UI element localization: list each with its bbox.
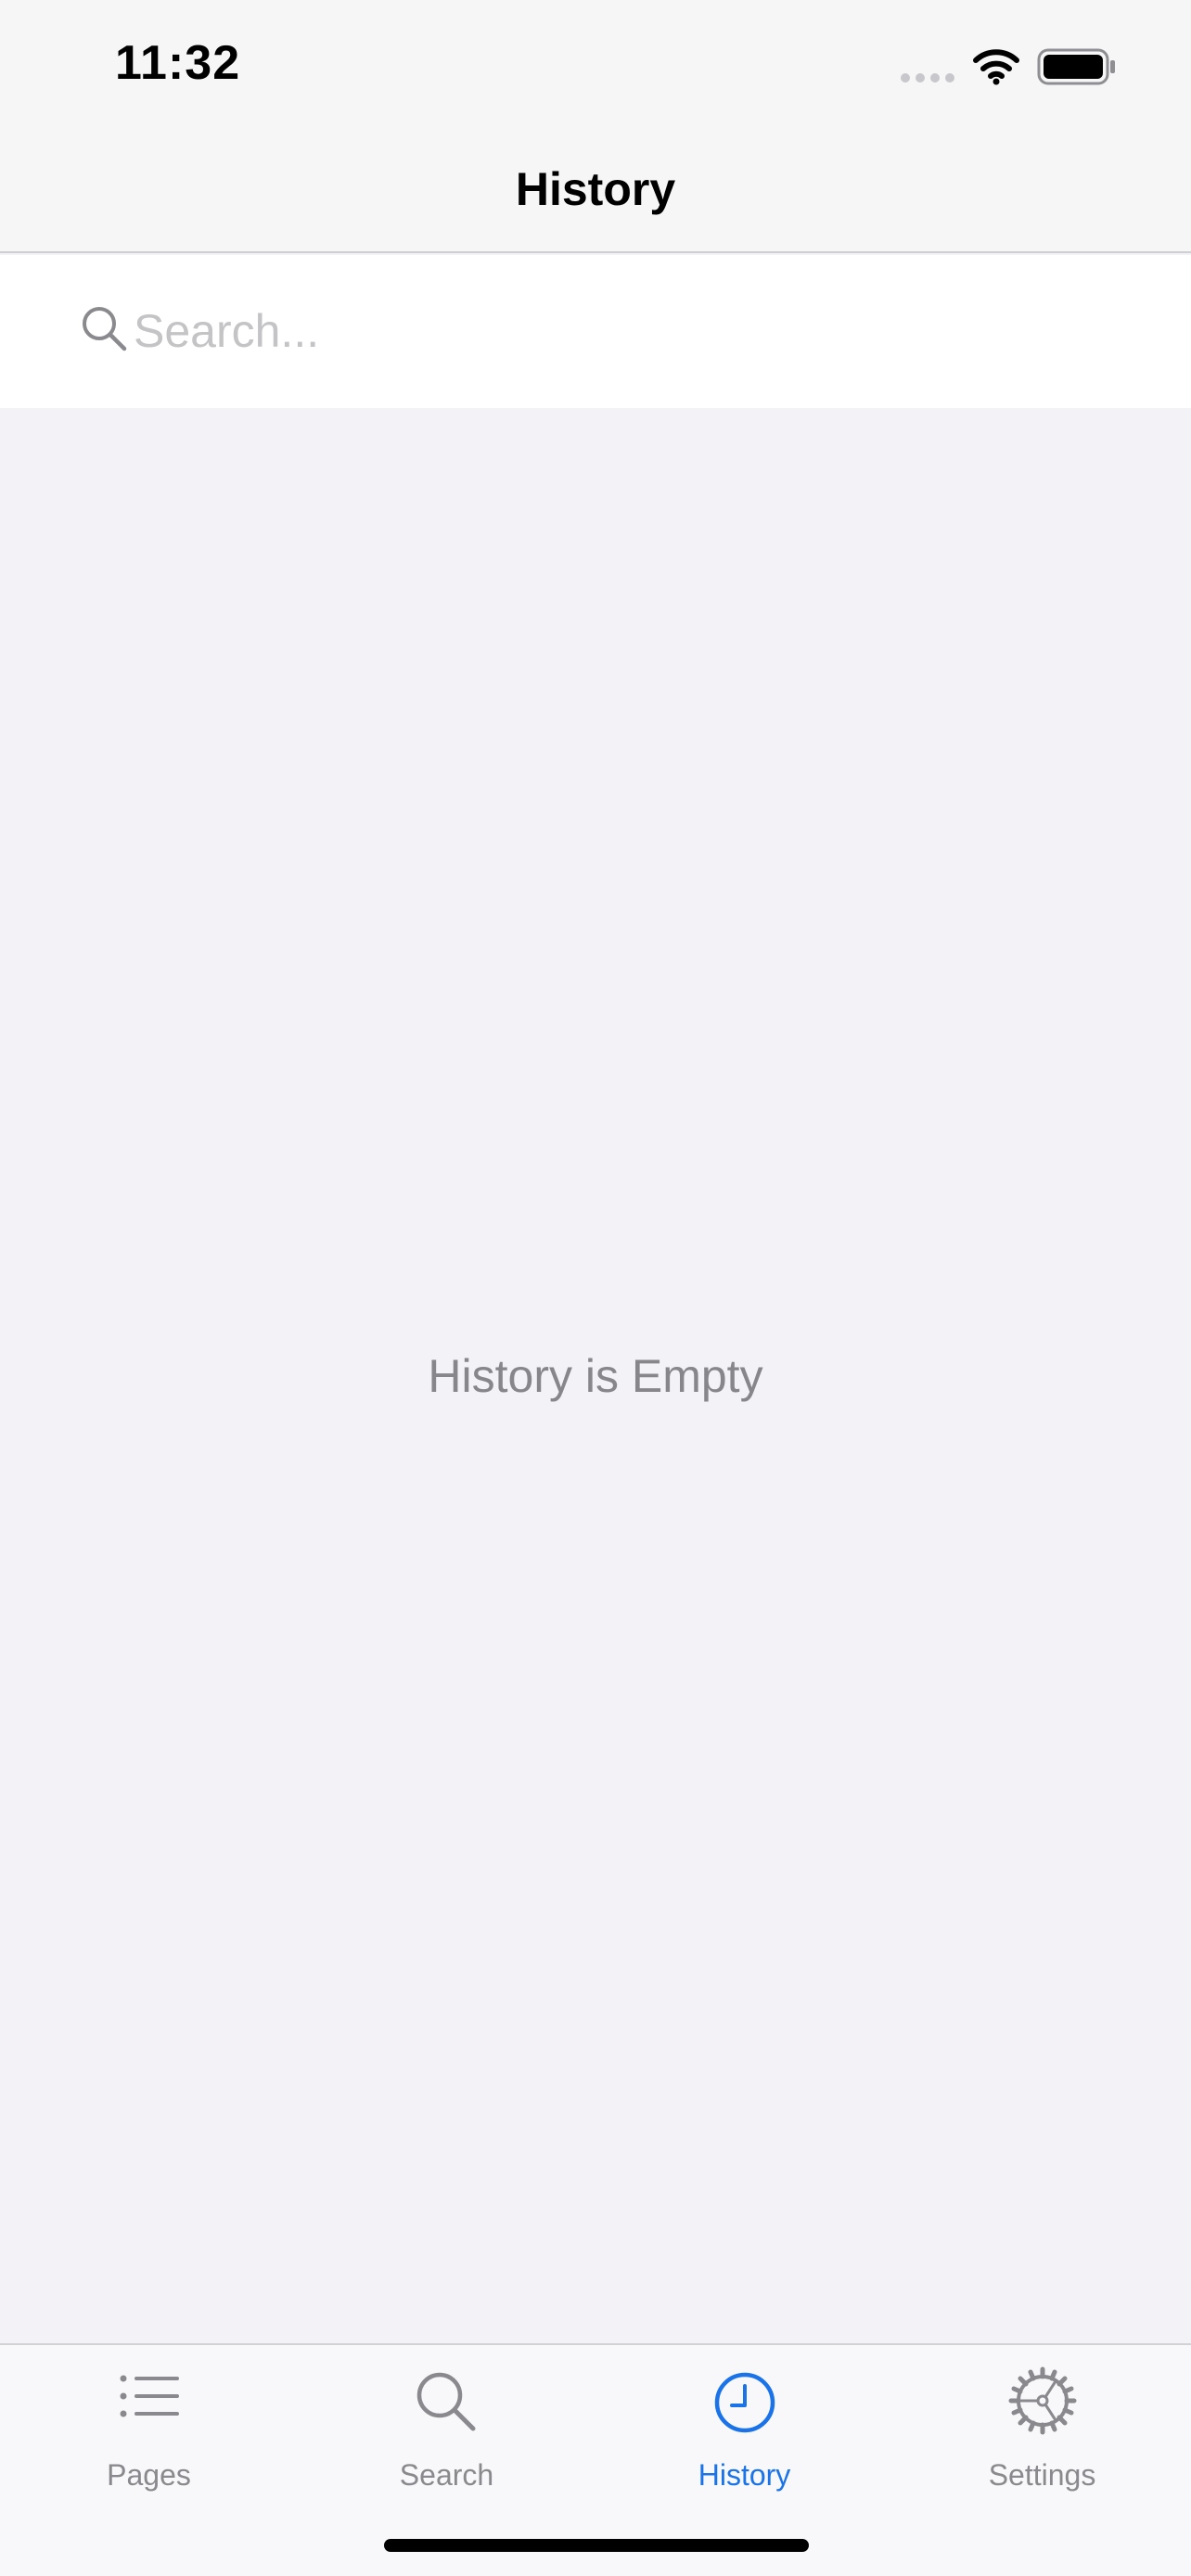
home-indicator[interactable] <box>384 2539 809 2552</box>
gear-icon <box>1008 2366 1076 2435</box>
battery-icon <box>1037 48 1115 85</box>
tab-label: Settings <box>988 2458 1096 2492</box>
tab-pages[interactable]: Pages <box>0 2345 298 2503</box>
status-time: 11:32 <box>115 36 241 90</box>
page-title: History <box>515 163 676 215</box>
clock-icon <box>714 2372 775 2433</box>
cellular-signal-icon <box>901 73 954 83</box>
tab-label: Pages <box>107 2458 191 2492</box>
search-input[interactable] <box>134 292 1117 370</box>
tab-label: Search <box>399 2458 494 2492</box>
tab-settings[interactable]: Settings <box>893 2345 1191 2503</box>
wifi-icon <box>973 49 1019 85</box>
magnifier-icon <box>416 2372 475 2431</box>
list-icon <box>120 2375 179 2417</box>
empty-state-message: History is Empty <box>428 1350 763 1402</box>
magnifier-icon <box>83 307 127 351</box>
navigation-header: 11:32 History <box>0 0 1191 253</box>
tab-search[interactable]: Search <box>298 2345 596 2503</box>
history-screen: 11:32 History History is Empty <box>0 0 1191 2576</box>
tab-history[interactable]: History <box>596 2345 893 2503</box>
tab-label: History <box>698 2458 791 2492</box>
